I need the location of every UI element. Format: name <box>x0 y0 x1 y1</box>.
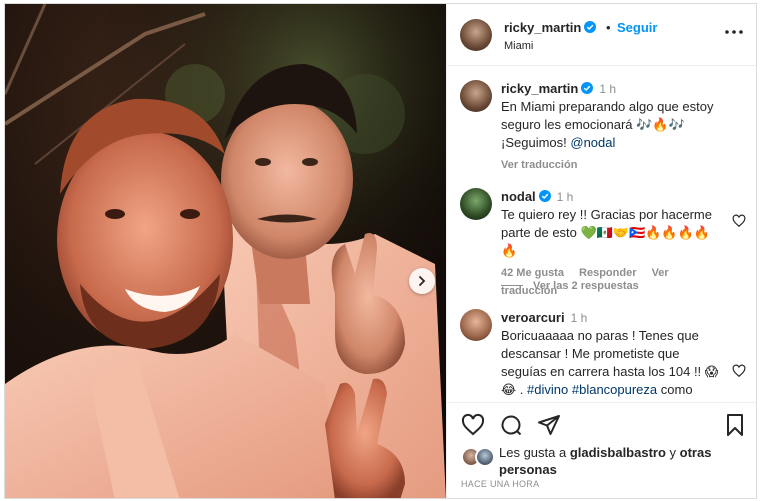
author-avatar[interactable] <box>460 19 492 51</box>
caption-meta: Ver traducción <box>501 156 726 174</box>
chevron-right-icon <box>419 276 426 286</box>
heart-icon[interactable] <box>461 413 485 437</box>
verified-badge-icon <box>581 82 594 94</box>
comment-icon[interactable] <box>499 413 523 437</box>
post-actions-bar <box>447 402 756 442</box>
header-separator: • <box>606 20 611 35</box>
comment-body: veroarcuri 1 h Boricuaaaaa no paras ! Ten… <box>501 309 726 397</box>
caption-avatar[interactable] <box>460 80 492 112</box>
commenter-avatar[interactable] <box>460 309 492 341</box>
instagram-post-modal: ricky_martin • Seguir Miami ricky_martin… <box>4 3 757 499</box>
post-header: ricky_martin • Seguir Miami <box>447 4 756 66</box>
caption-body: ricky_martin 1 h En Miami preparando algo… <box>501 80 726 174</box>
comment-time: 1 h <box>570 311 588 325</box>
mention-link[interactable]: @nodal <box>570 135 615 150</box>
like-comment-heart-icon[interactable] <box>732 214 746 228</box>
likes-text[interactable]: Les gusta a gladisbalbastro y otras pers… <box>499 444 749 478</box>
commenter-username[interactable]: veroarcuri <box>501 310 565 325</box>
commenter-username[interactable]: nodal <box>501 189 536 204</box>
photo-illustration <box>5 4 446 498</box>
ellipsis-icon[interactable] <box>723 26 745 38</box>
caption-text: En Miami preparando algo que estoy segur… <box>501 99 714 150</box>
caption-time: 1 h <box>599 82 617 96</box>
next-photo-button[interactable] <box>409 268 435 294</box>
comment-text: Te quiero rey !! Gracias por hacerme par… <box>501 207 712 258</box>
comment-text: Boricuaaaaa no paras ! Tenes que descans… <box>501 328 719 397</box>
author-username[interactable]: ricky_martin <box>504 20 597 35</box>
comment-likes-count[interactable]: 42 Me gusta <box>501 267 564 279</box>
commenter-avatar[interactable] <box>460 188 492 220</box>
view-replies-button[interactable]: Ver las 2 respuestas <box>501 280 639 292</box>
verified-badge-icon <box>538 190 551 202</box>
share-icon[interactable] <box>537 413 561 437</box>
post-photo[interactable] <box>5 4 446 498</box>
liker-avatar[interactable] <box>475 447 495 467</box>
hashtag-link[interactable]: #blancopureza <box>572 382 657 397</box>
liker-username[interactable]: gladisbalbastro <box>570 445 666 460</box>
follow-button[interactable]: Seguir <box>617 20 657 35</box>
hashtag-link[interactable]: #divino <box>527 382 568 397</box>
comment-time: 1 h <box>556 190 574 204</box>
post-side-panel: ricky_martin • Seguir Miami ricky_martin… <box>446 4 756 498</box>
see-translation-link[interactable]: Ver traducción <box>501 159 577 171</box>
caption-username[interactable]: ricky_martin <box>501 81 578 96</box>
post-location[interactable]: Miami <box>504 40 533 52</box>
post-timestamp: HACE UNA HORA <box>461 479 540 489</box>
like-comment-heart-icon[interactable] <box>732 364 746 378</box>
replies-line <box>501 285 523 286</box>
reply-button[interactable]: Responder <box>579 267 636 279</box>
verified-badge-icon <box>584 21 597 33</box>
bookmark-icon[interactable] <box>723 413 747 437</box>
comments-list: ricky_martin 1 h En Miami preparando algo… <box>447 67 756 397</box>
